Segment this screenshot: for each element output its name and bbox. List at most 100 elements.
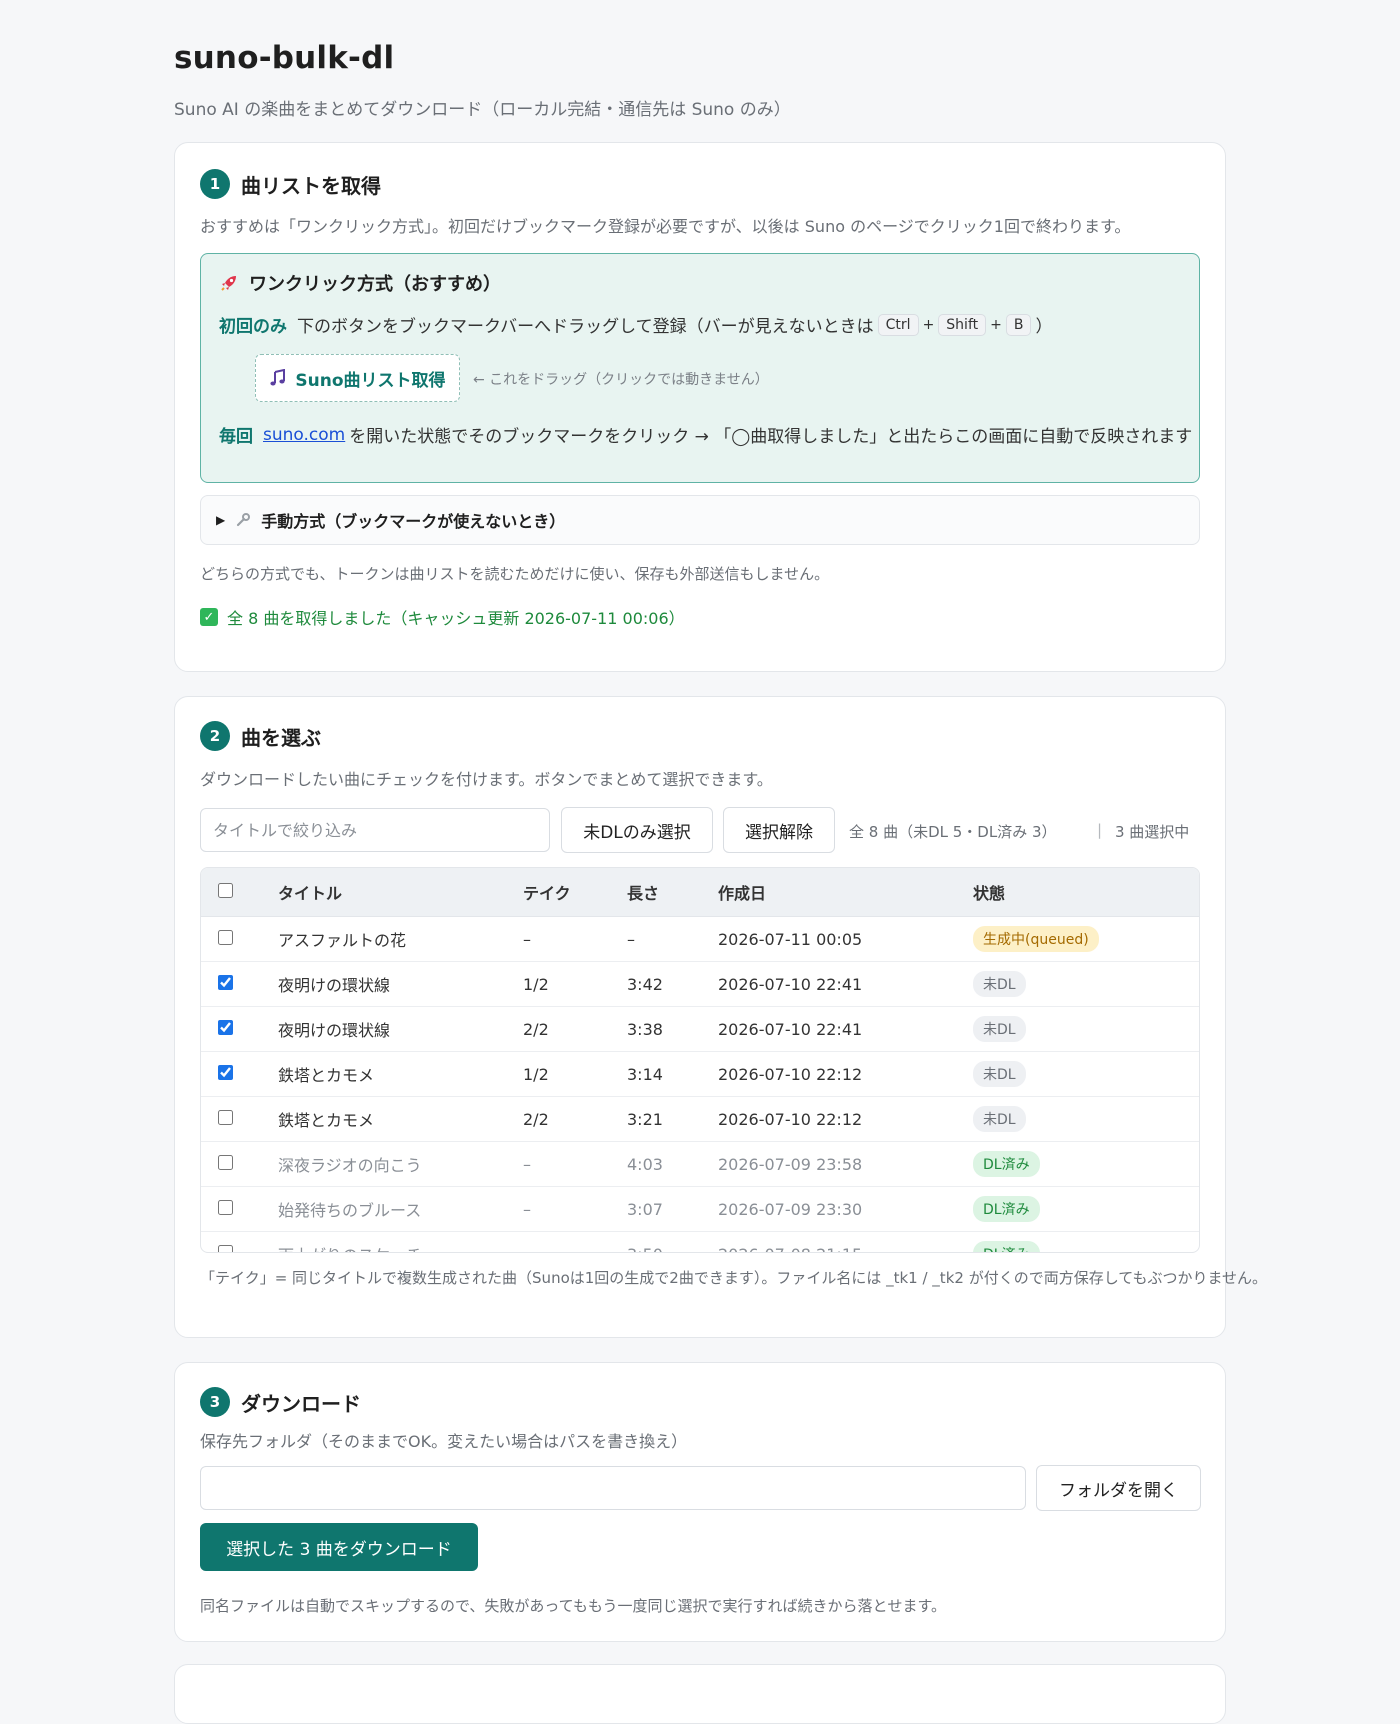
section-fetch-card: 1 曲リストを取得 おすすめは「ワンクリック方式」。初回だけブックマーク登録が必…	[174, 142, 1226, 672]
row-select-cell	[201, 1006, 277, 1052]
song-title: 雨上がりのスケッチ	[277, 1232, 522, 1252]
song-take: –	[522, 1141, 626, 1187]
selected-count: 3 曲選択中	[1115, 823, 1190, 841]
row-checkbox[interactable]	[218, 1019, 233, 1035]
song-created: 2026-07-10 22:41	[717, 961, 972, 1007]
section-select-header: 2 曲を選ぶ	[200, 721, 321, 751]
section-select-card: 2 曲を選ぶ ダウンロードしたい曲にチェックを付けます。ボタンでまとめて選択でき…	[174, 696, 1267, 1338]
every-time-text: を開いた状態でそのブックマークをクリック → 「◯曲取得しました」と出たらこの画…	[349, 427, 1193, 447]
song-status-cell: 未DL	[972, 1006, 1199, 1052]
song-created: 2026-07-10 22:12	[717, 1096, 972, 1142]
col-take[interactable]: テイク	[522, 868, 626, 917]
row-checkbox[interactable]	[218, 1199, 233, 1215]
row-select-cell	[201, 1141, 277, 1187]
next-section-card	[174, 1664, 1226, 1724]
clear-selection-button[interactable]: 選択解除	[723, 807, 835, 853]
row-checkbox[interactable]	[218, 1064, 233, 1080]
row-checkbox[interactable]	[218, 1244, 233, 1252]
status-badge: 生成中(queued)	[973, 926, 1099, 952]
skip-note: 同名ファイルは自動でスキップするので、失敗があってももう一度同じ選択で実行すれば…	[200, 1597, 946, 1615]
section-fetch-header: 1 曲リストを取得	[200, 169, 381, 199]
song-title: 深夜ラジオの向こう	[277, 1141, 522, 1187]
open-folder-button[interactable]: フォルダを開く	[1036, 1465, 1201, 1511]
row-checkbox[interactable]	[218, 1109, 233, 1125]
manual-method-toggle[interactable]: ▶ 手動方式（ブックマークが使えないとき）	[200, 495, 1200, 545]
app-title: suno-bulk-dl	[174, 40, 395, 76]
take-note: 「テイク」= 同じタイトルで複数生成された曲（Sunoは1回の生成で2曲できます…	[200, 1269, 1268, 1287]
song-length: 3:07	[626, 1186, 717, 1232]
first-time-row: 初回のみ 下のボタンをブックマークバーへドラッグして登録（バーが見えないときは …	[219, 312, 1052, 337]
song-title: 鉄塔とカモメ	[277, 1051, 522, 1097]
privacy-note: どちらの方式でも、トークンは曲リストを読むためだけに使い、保存も外部送信もしませ…	[200, 565, 830, 583]
song-table: タイトル テイク 長さ 作成日 状態 アスファルトの花 – –2026-07-11 …	[200, 867, 1200, 1253]
song-status-cell: DL済み	[972, 1141, 1199, 1187]
song-created: 2026-07-09 23:58	[717, 1141, 972, 1187]
song-take: 1/2	[522, 961, 626, 1007]
kbd-plus: +	[990, 316, 1002, 333]
song-status-cell: DL済み	[972, 1186, 1199, 1232]
first-time-label: 初回のみ	[219, 317, 287, 337]
row-select-cell	[201, 1232, 277, 1252]
row-select-cell	[201, 961, 277, 1007]
song-status-cell: 生成中(queued)	[972, 916, 1199, 962]
table-row[interactable]: 夜明けの環状線 2/2 3:38 2026-07-10 22:41 未DL	[201, 1006, 1199, 1052]
row-select-cell	[201, 1051, 277, 1097]
counts-separator: |	[1097, 821, 1103, 839]
song-take: –	[522, 1186, 626, 1232]
status-badge: 未DL	[973, 1106, 1026, 1132]
song-created: 2026-07-09 23:30	[717, 1186, 972, 1232]
table-row[interactable]: 雨上がりのスケッチ–3:502026-07-08 21:15DL済み	[201, 1232, 1199, 1253]
oneclick-title-row: ワンクリック方式（おすすめ）	[219, 270, 501, 296]
select-all-checkbox[interactable]	[218, 882, 233, 898]
section-download-header: 3 ダウンロード	[200, 1387, 361, 1417]
row-checkbox[interactable]	[218, 1154, 233, 1170]
section-download-card: 3 ダウンロード 保存先フォルダ（そのままでOK。変えたい場合はパスを書き換え）…	[174, 1362, 1226, 1642]
song-title: 始発待ちのブルース	[277, 1186, 522, 1232]
folder-path-input[interactable]	[200, 1466, 1026, 1510]
kbd-shift: Shift	[938, 313, 987, 336]
drag-hint: ← これをドラッグ（クリックでは動きません）	[473, 372, 769, 388]
song-table-body: アスファルトの花 – –2026-07-11 00:05 生成中(queued) 夜明け…	[201, 916, 1199, 1253]
col-status[interactable]: 状態	[972, 868, 1199, 917]
song-length: 3:14	[626, 1051, 717, 1097]
kbd-b: B	[1005, 313, 1032, 336]
song-length: 3:21	[626, 1096, 717, 1142]
row-checkbox[interactable]	[218, 974, 233, 990]
section-title: 曲リストを取得	[241, 173, 381, 198]
music-note-icon	[269, 369, 287, 387]
table-row[interactable]: 鉄塔とカモメ 1/2 3:14 2026-07-10 22:12 未DL	[201, 1051, 1199, 1097]
section-title: ダウンロード	[241, 1391, 361, 1416]
col-title[interactable]: タイトル	[277, 868, 522, 917]
oneclick-panel: ワンクリック方式（おすすめ） 初回のみ 下のボタンをブックマークバーへドラッグし…	[200, 253, 1200, 483]
table-row[interactable]: 鉄塔とカモメ 2/2 3:21 2026-07-10 22:12 未DL	[201, 1096, 1199, 1142]
suno-link[interactable]: suno.com	[263, 425, 345, 445]
song-take: –	[522, 1232, 626, 1253]
title-filter-input[interactable]	[200, 808, 550, 852]
col-length[interactable]: 長さ	[626, 868, 717, 917]
table-row[interactable]: 夜明けの環状線 1/2 3:42 2026-07-10 22:41 未DL	[201, 961, 1199, 1007]
status-badge: DL済み	[973, 1196, 1040, 1222]
download-button[interactable]: 選択した 3 曲をダウンロード	[200, 1523, 478, 1571]
table-row[interactable]: 深夜ラジオの向こう –4:03 2026-07-09 23:58 DL済み	[201, 1141, 1199, 1187]
row-select-cell	[201, 1096, 277, 1142]
col-created[interactable]: 作成日	[717, 868, 972, 917]
song-created: 2026-07-10 22:12	[717, 1051, 972, 1097]
song-length: 3:38	[626, 1006, 717, 1052]
step-badge: 2	[200, 721, 230, 751]
first-time-close: ）	[1035, 317, 1053, 337]
bookmarklet-button[interactable]: Suno曲リスト取得	[255, 354, 460, 402]
song-created: 2026-07-11 00:05	[717, 916, 972, 962]
bookmarklet-label: Suno曲リスト取得	[295, 370, 446, 391]
status-badge: 未DL	[973, 1061, 1026, 1087]
select-undownloaded-button[interactable]: 未DLのみ選択	[561, 807, 713, 853]
row-checkbox[interactable]	[218, 929, 233, 945]
wrench-icon	[235, 512, 251, 528]
table-row[interactable]: 始発待ちのブルース –3:07 2026-07-09 23:30 DL済み	[201, 1186, 1199, 1232]
song-created: 2026-07-10 22:41	[717, 1006, 972, 1052]
section-description: ダウンロードしたい曲にチェックを付けます。ボタンでまとめて選択できます。	[200, 770, 773, 789]
triangle-right-icon: ▶	[216, 513, 226, 527]
row-select-cell	[201, 1186, 277, 1232]
song-length: 3:50	[626, 1232, 717, 1253]
app-subtitle: Suno AI の楽曲をまとめてダウンロード（ローカル完結・通信先は Suno …	[174, 100, 791, 120]
table-row[interactable]: アスファルトの花 – –2026-07-11 00:05 生成中(queued)	[201, 916, 1199, 962]
